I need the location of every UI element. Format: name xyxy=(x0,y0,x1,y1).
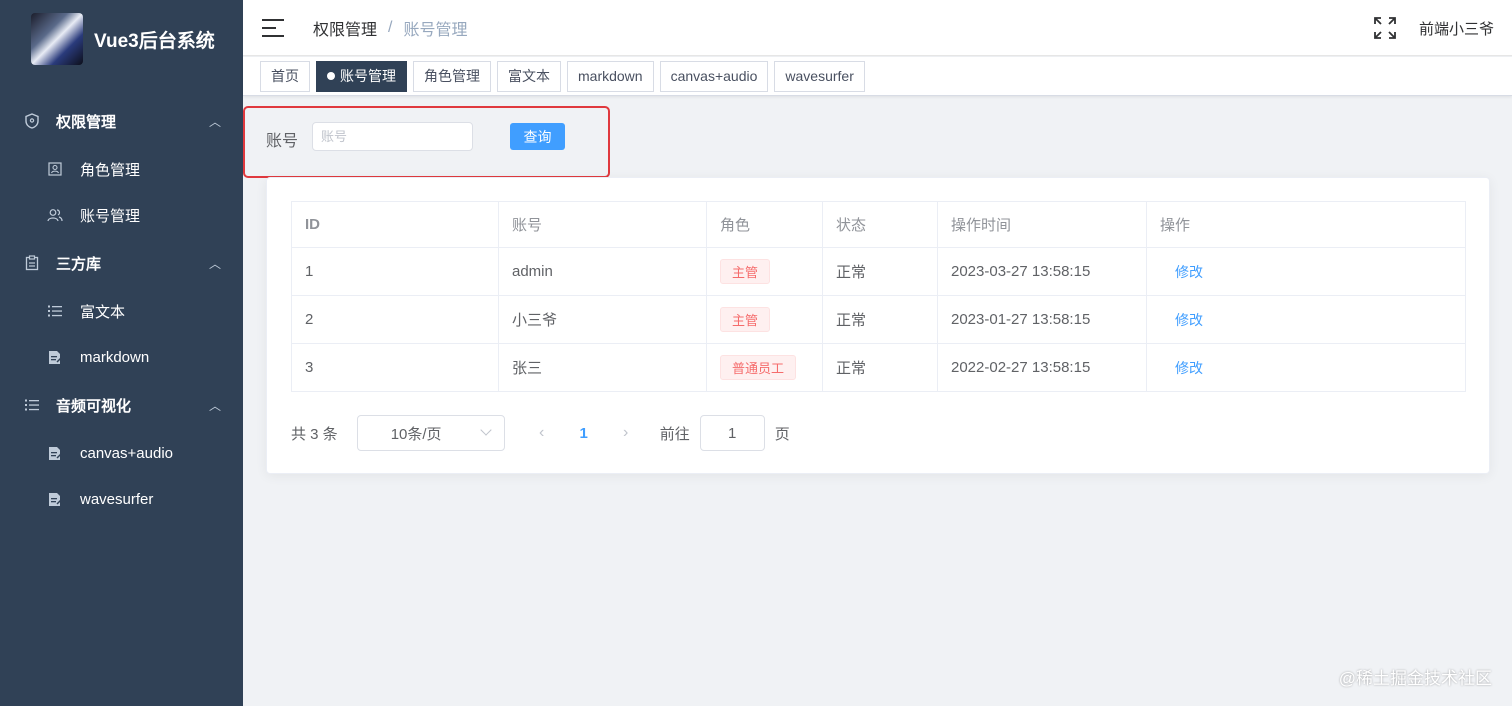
page-number-current[interactable]: 1 xyxy=(569,425,599,442)
cell-role: 主管 xyxy=(706,295,823,344)
tag-roles[interactable]: 角色管理 xyxy=(413,60,491,92)
cell-action: 修改 xyxy=(1146,343,1466,392)
tag-markdown[interactable]: markdown xyxy=(567,60,654,92)
menu-group-third-party[interactable]: 三方库 ︿ xyxy=(0,238,243,288)
query-button[interactable]: 查询 xyxy=(510,123,565,150)
column-header-role: 角色 xyxy=(706,201,823,248)
next-page-button[interactable]: › xyxy=(611,424,641,442)
chevron-up-icon: ︿ xyxy=(208,256,221,271)
sidebar: Vue3后台系统 权限管理 ︿ 角色管理 账号管理 三方库 ︿ 富文本 mark… xyxy=(0,0,243,706)
edit-button[interactable]: 修改 xyxy=(1175,264,1203,280)
cell-account: 张三 xyxy=(498,343,707,392)
pagination-total: 共 3 条 xyxy=(291,425,338,443)
menu-group-permissions[interactable]: 权限管理 ︿ xyxy=(0,96,243,146)
column-header-account: 账号 xyxy=(498,201,707,248)
goto-page-input[interactable] xyxy=(699,415,765,451)
goto-suffix: 页 xyxy=(774,425,790,443)
watermark: @稀土掘金技术社区 xyxy=(1338,669,1492,688)
list-icon xyxy=(24,397,40,413)
prev-page-button[interactable]: ‹ xyxy=(527,424,557,442)
role-tag: 主管 xyxy=(720,307,771,332)
breadcrumb-separator: / xyxy=(388,18,393,36)
sidebar-item-wavesurfer[interactable]: wavesurfer xyxy=(0,476,243,522)
column-header-status: 状态 xyxy=(822,201,938,248)
pagination: 共 3 条 10条/页 ‹ 1 › 前往 页 xyxy=(291,415,790,451)
accounts-table: ID 账号 角色 状态 操作时间 操作 1 admin 主管 正常 2023-0… xyxy=(291,201,1466,392)
role-tag: 主管 xyxy=(720,259,771,284)
username[interactable]: 前端小三爷 xyxy=(1419,18,1494,39)
breadcrumb: 权限管理 / 账号管理 xyxy=(313,16,467,40)
sidebar-item-rich-text[interactable]: 富文本 xyxy=(0,288,243,334)
menu-toggle-icon[interactable] xyxy=(262,18,284,37)
brand: Vue3后台系统 xyxy=(0,0,243,78)
tag-home[interactable]: 首页 xyxy=(260,60,310,92)
document-icon xyxy=(47,491,63,507)
cell-status: 正常 xyxy=(822,343,938,392)
table-row: 3 张三 普通员工 正常 2022-02-27 13:58:15 修改 xyxy=(291,343,1466,392)
list-icon xyxy=(47,303,63,319)
cell-id: 1 xyxy=(291,247,499,296)
sidebar-item-markdown[interactable]: markdown xyxy=(0,334,243,380)
search-label: 账号 xyxy=(266,133,299,150)
header-right: 前端小三爷 xyxy=(1373,0,1494,56)
cell-id: 3 xyxy=(291,343,499,392)
edit-button[interactable]: 修改 xyxy=(1175,312,1203,328)
menu-group-audio[interactable]: 音频可视化 ︿ xyxy=(0,380,243,430)
column-header-time: 操作时间 xyxy=(937,201,1147,248)
sidebar-item-roles[interactable]: 角色管理 xyxy=(0,146,243,192)
edit-button[interactable]: 修改 xyxy=(1175,360,1203,376)
cell-action: 修改 xyxy=(1146,295,1466,344)
document-icon xyxy=(47,349,63,365)
table-row: 1 admin 主管 正常 2023-03-27 13:58:15 修改 xyxy=(291,247,1466,296)
sidebar-item-accounts[interactable]: 账号管理 xyxy=(0,192,243,238)
cell-action: 修改 xyxy=(1146,247,1466,296)
chevron-up-icon: ︿ xyxy=(208,398,221,413)
table-row: 2 小三爷 主管 正常 2023-01-27 13:58:15 修改 xyxy=(291,295,1466,344)
cell-account: admin xyxy=(498,247,707,296)
role-icon xyxy=(47,161,63,177)
fullscreen-icon[interactable] xyxy=(1373,16,1397,40)
column-header-action: 操作 xyxy=(1146,201,1466,248)
breadcrumb-item-current: 账号管理 xyxy=(403,21,468,39)
table-card: ID 账号 角色 状态 操作时间 操作 1 admin 主管 正常 2023-0… xyxy=(266,177,1490,474)
tag-rich-text[interactable]: 富文本 xyxy=(497,60,561,92)
clipboard-icon xyxy=(24,255,40,271)
cell-role: 主管 xyxy=(706,247,823,296)
sidebar-item-canvas-audio[interactable]: canvas+audio xyxy=(0,430,243,476)
cell-account: 小三爷 xyxy=(498,295,707,344)
table-header-row: ID 账号 角色 状态 操作时间 操作 xyxy=(291,201,1466,248)
tag-accounts[interactable]: 账号管理 xyxy=(316,60,407,92)
chevron-up-icon: ︿ xyxy=(208,114,221,129)
active-dot xyxy=(327,72,335,80)
chevron-down-icon xyxy=(480,424,492,436)
column-header-id: ID xyxy=(291,201,499,248)
goto-label: 前往 xyxy=(659,425,690,443)
cell-role: 普通员工 xyxy=(706,343,823,392)
top-header: 权限管理 / 账号管理 前端小三爷 xyxy=(243,0,1512,56)
tags-view: 首页 账号管理 角色管理 富文本 markdown canvas+audio w… xyxy=(243,57,1512,96)
shield-icon xyxy=(24,113,40,129)
tag-canvas-audio[interactable]: canvas+audio xyxy=(659,60,769,92)
sidebar-menu: 权限管理 ︿ 角色管理 账号管理 三方库 ︿ 富文本 markdown 音频可视… xyxy=(0,96,243,522)
users-icon xyxy=(47,207,63,223)
app-title: Vue3后台系统 xyxy=(94,30,215,52)
tag-wavesurfer[interactable]: wavesurfer xyxy=(774,60,865,92)
breadcrumb-item-permissions[interactable]: 权限管理 xyxy=(313,16,377,40)
cell-status: 正常 xyxy=(822,295,938,344)
document-icon xyxy=(47,445,63,461)
cell-status: 正常 xyxy=(822,247,938,296)
logo xyxy=(31,13,83,65)
role-tag: 普通员工 xyxy=(720,355,797,380)
account-search-input[interactable] xyxy=(312,122,473,151)
cell-time: 2023-03-27 13:58:15 xyxy=(937,247,1147,296)
cell-time: 2022-02-27 13:58:15 xyxy=(937,343,1147,392)
cell-id: 2 xyxy=(291,295,499,344)
page-size-select[interactable]: 10条/页 xyxy=(356,415,505,451)
cell-time: 2023-01-27 13:58:15 xyxy=(937,295,1147,344)
